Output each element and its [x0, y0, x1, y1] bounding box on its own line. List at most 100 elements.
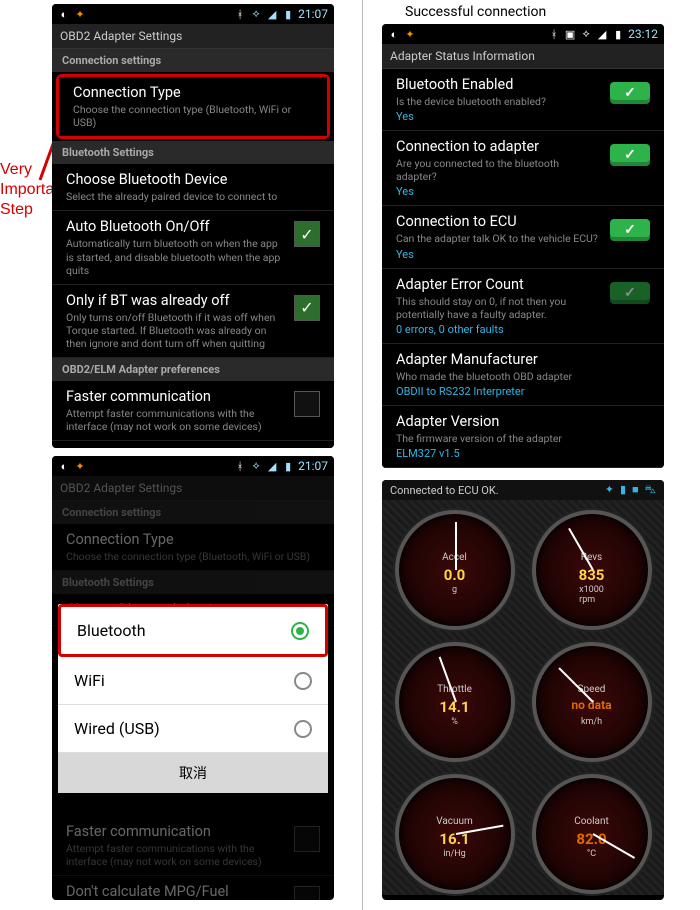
- section-obd: OBD2/ELM Adapter preferences: [52, 358, 334, 381]
- status-bar: ◐ ✦ ᚼ ⟡ ◢ ▮ 21:07: [52, 4, 334, 24]
- gauge-vacuum[interactable]: Vacuum 16.1 in/Hg: [395, 774, 515, 894]
- row-title: Choose Bluetooth Device: [66, 171, 320, 188]
- clock: 23:12: [628, 27, 658, 41]
- row-sub: Who made the bluetooth OBD adapter: [396, 370, 650, 383]
- row-sub: Automatically turn bluetooth on when the…: [66, 237, 286, 276]
- status-ecu-connection[interactable]: Connection to ECUCan the adapter talk OK…: [382, 206, 664, 268]
- pref-mpg: Don't calculate MPG/FuelSpeed up data re…: [52, 876, 334, 900]
- connection-type-dialog: Bluetooth WiFi Wired (USB) 取消: [58, 604, 328, 793]
- gauge-label: Vacuum: [436, 816, 473, 827]
- phone-gauges: Connected to ECU OK. ✦ ▮ ■ ⛍ Accel 0.0 g…: [382, 480, 664, 900]
- status-bluetooth-enabled[interactable]: Bluetooth EnabledIs the device bluetooth…: [382, 69, 664, 131]
- status-version[interactable]: Adapter Version The firmware version of t…: [382, 406, 664, 468]
- app-icon: ◐: [58, 8, 70, 20]
- status-error-count[interactable]: Adapter Error Count This should stay on 0…: [382, 269, 664, 344]
- pref-choose-bt[interactable]: Choose Bluetooth Device Select the alrea…: [52, 164, 334, 211]
- checkbox-icon[interactable]: [294, 221, 320, 247]
- status-ok-icon: [610, 82, 650, 104]
- row-title: Don't calculate MPG/Fuel: [66, 883, 286, 900]
- gauge-coolant[interactable]: Coolant 82.0 °C: [532, 774, 652, 894]
- section-connection: Connection settings: [52, 501, 334, 524]
- row-sub: Is the device bluetooth enabled?: [396, 95, 602, 108]
- gauge-revs[interactable]: Revs 835 x1000 rpm: [532, 510, 652, 630]
- status-bar: ◐✦ ᚼ▣⟡◢▮23:12: [382, 24, 664, 44]
- wifi-icon: ⟡: [580, 28, 592, 40]
- gauge-screen: Connected to ECU OK. ✦ ▮ ■ ⛍ Accel 0.0 g…: [382, 480, 664, 895]
- row-value: Yes: [396, 110, 602, 123]
- clock: 21:07: [298, 459, 328, 473]
- checkbox-icon: [294, 886, 320, 900]
- row-value: Yes: [396, 185, 602, 198]
- checkbox-icon[interactable]: [294, 295, 320, 321]
- status-adapter-connection[interactable]: Connection to adapterAre you connected t…: [382, 131, 664, 206]
- row-title: Faster communication: [66, 388, 286, 405]
- battery-icon: ▮: [282, 8, 294, 20]
- gps-icon[interactable]: ✦: [605, 483, 614, 498]
- row-title: Only if BT was already off: [66, 292, 286, 309]
- notif-icon: ✦: [74, 460, 86, 472]
- radio-icon[interactable]: [294, 720, 312, 738]
- row-sub: The firmware version of the adapter: [396, 432, 650, 445]
- option-wifi[interactable]: WiFi: [58, 657, 328, 705]
- pref-faster[interactable]: Faster communication Attempt faster comm…: [52, 381, 334, 441]
- row-title: Connection Type: [73, 84, 313, 101]
- pref-connection-type[interactable]: Connection Type Choose the connection ty…: [59, 77, 327, 136]
- row-sub: Only turns on/off Bluetooth if it was of…: [66, 311, 286, 350]
- app-icon: ◐: [388, 28, 400, 40]
- row-value: ELM327 v1.5: [396, 447, 650, 460]
- screen-title: OBD2 Adapter Settings: [52, 476, 334, 501]
- row-title: Adapter Version: [396, 413, 650, 430]
- row-sub: This should stay on 0, if not then you p…: [396, 295, 602, 321]
- connection-text: Connected to ECU OK.: [390, 484, 499, 497]
- row-title: Faster communication: [66, 823, 286, 840]
- status-ok-icon: [610, 282, 650, 304]
- gauge-speed[interactable]: Speed no data km/h: [532, 642, 652, 762]
- pref-mpg[interactable]: Don't calculate MPG/Fuel Speed up data r…: [52, 441, 334, 448]
- gauges-grid[interactable]: Accel 0.0 g Revs 835 x1000 rpm Throttle …: [382, 500, 664, 900]
- row-sub: Choose the connection type (Bluetooth, W…: [73, 103, 313, 129]
- battery-icon: ▮: [282, 460, 294, 472]
- clock: 21:07: [298, 7, 328, 21]
- gauge-accel[interactable]: Accel 0.0 g: [395, 510, 515, 630]
- phone-status: ◐✦ ᚼ▣⟡◢▮23:12 Adapter Status Information…: [382, 24, 664, 468]
- phone-dialog: ◐✦ ᚼ⟡◢▮21:07 OBD2 Adapter Settings Conne…: [52, 456, 334, 900]
- needle-icon: [438, 657, 456, 703]
- bt-icon: ᚼ: [234, 460, 246, 472]
- gauge-unit: °C: [587, 849, 596, 859]
- gauge-unit: %: [451, 717, 458, 727]
- pref-auto-bt[interactable]: Auto Bluetooth On/Off Automatically turn…: [52, 211, 334, 284]
- checkbox-icon: [294, 826, 320, 852]
- phone-icon[interactable]: ▮: [620, 483, 626, 498]
- gauge-unit: in/Hg: [443, 849, 465, 859]
- needle-icon: [455, 522, 457, 570]
- connection-bar: Connected to ECU OK. ✦ ▮ ■ ⛍: [382, 480, 664, 500]
- gauge-unit: x1000 rpm: [579, 585, 604, 605]
- pref-only-if-off[interactable]: Only if BT was already off Only turns on…: [52, 285, 334, 358]
- nfc-icon: ▣: [564, 28, 576, 40]
- car-icon[interactable]: ⛍: [645, 483, 656, 498]
- radio-icon[interactable]: [291, 622, 309, 640]
- pref-faster: Faster communicationAttempt faster commu…: [52, 816, 334, 876]
- screen-title: Adapter Status Information: [382, 44, 664, 69]
- gauge-throttle[interactable]: Throttle 14.1 %: [395, 642, 515, 762]
- checkbox-icon[interactable]: [294, 391, 320, 417]
- gauge-label: Coolant: [574, 816, 609, 827]
- highlight-bluetooth-option: Bluetooth: [58, 604, 328, 657]
- gauge-label: Throttle: [437, 684, 472, 695]
- signal-icon: ◢: [266, 460, 278, 472]
- status-manufacturer[interactable]: Adapter Manufacturer Who made the bluetoo…: [382, 344, 664, 406]
- row-title: Adapter Manufacturer: [396, 351, 650, 368]
- row-title: Adapter Error Count: [396, 276, 602, 293]
- cancel-button[interactable]: 取消: [58, 753, 328, 793]
- option-label: Wired (USB): [74, 719, 160, 738]
- option-bluetooth[interactable]: Bluetooth: [61, 607, 325, 654]
- radio-icon[interactable]: [294, 672, 312, 690]
- needle-icon: [568, 528, 594, 571]
- phone-settings: ◐ ✦ ᚼ ⟡ ◢ ▮ 21:07 OBD2 Adapter Settings …: [52, 4, 334, 448]
- option-label: WiFi: [74, 671, 105, 690]
- row-title: Auto Bluetooth On/Off: [66, 218, 286, 235]
- success-label: Successful connection: [405, 4, 546, 20]
- row-sub: Can the adapter talk OK to the vehicle E…: [396, 232, 602, 245]
- option-usb[interactable]: Wired (USB): [58, 705, 328, 753]
- battery-icon[interactable]: ■: [632, 483, 639, 498]
